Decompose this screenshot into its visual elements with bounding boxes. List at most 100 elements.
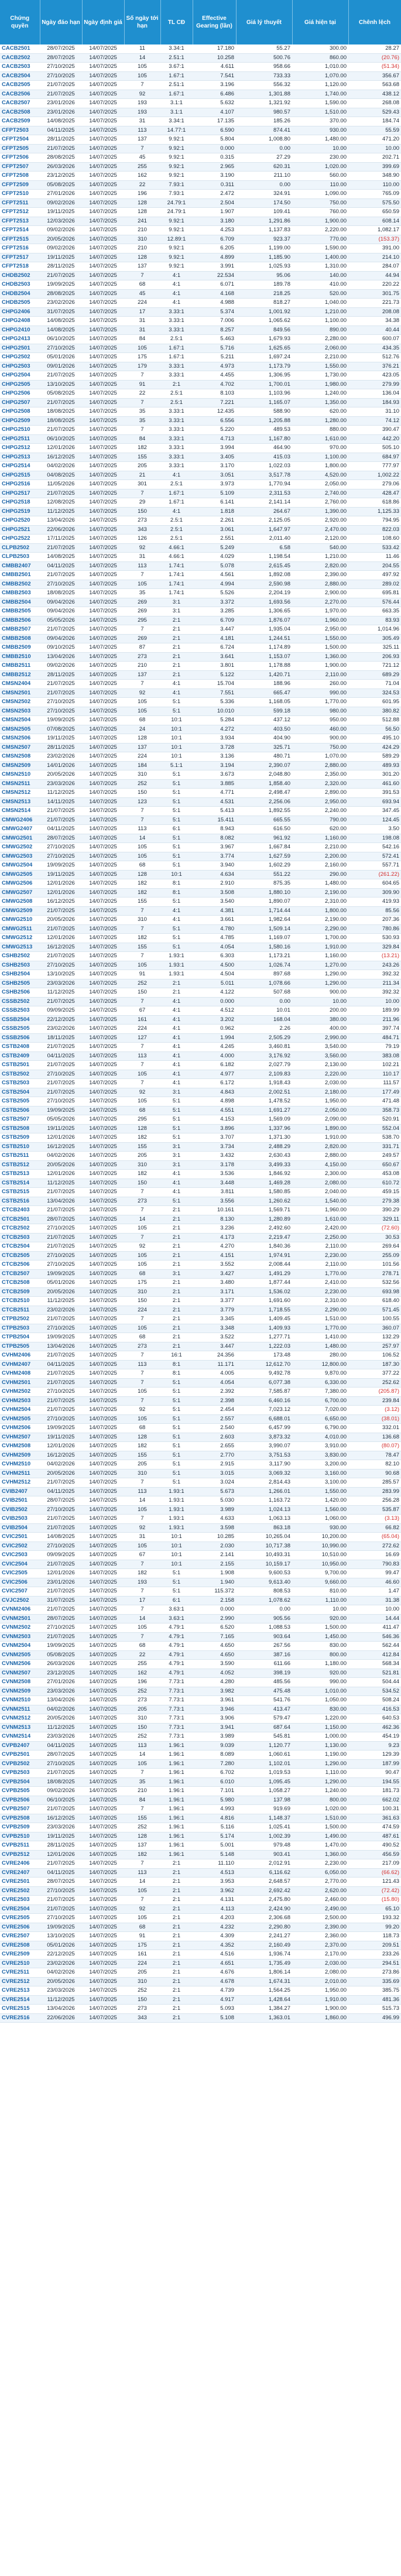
cell-col-days-to-maturity: 92 <box>124 543 160 553</box>
cell-col-warrant: CVHM2508 <box>0 1441 40 1451</box>
cell-col-current-price: 620.00 <box>292 824 348 834</box>
cell-col-theoretical-price: 10.01 <box>236 1006 292 1016</box>
cell-col-warrant: CSTB2409 <box>0 1051 40 1061</box>
cell-col-days-to-maturity: 155 <box>124 1814 160 1823</box>
cell-col-theoretical-price: 1,019.53 <box>236 1768 292 1778</box>
cell-col-effective-gearing: 8.257 <box>193 326 236 335</box>
table-row: CFPT2513 12/03/2026 14/07/2025 241 9.92:1 3.1… <box>0 217 401 226</box>
cell-col-current-price: 1,980.00 <box>292 380 348 389</box>
cell-col-conversion-ratio: 2:1 <box>160 1904 193 1914</box>
cell-col-conversion-ratio: 5:1 <box>160 933 193 943</box>
cell-col-difference: 268.08 <box>348 98 401 108</box>
cell-col-maturity-date: 28/11/2025 <box>40 135 82 145</box>
cell-col-conversion-ratio: 1.96:1 <box>160 1741 193 1751</box>
cell-col-maturity-date: 27/10/2025 <box>40 707 82 716</box>
cell-col-effective-gearing: 3.734 <box>193 1142 236 1152</box>
cell-col-days-to-maturity: 127 <box>124 1033 160 1043</box>
table-row: CHPG2505 13/10/2025 14/07/2025 91 2:1 4.702 1,… <box>0 380 401 389</box>
cell-col-warrant: CMSN2504 <box>0 715 40 725</box>
cell-col-effective-gearing: 4.713 <box>193 434 236 444</box>
cell-col-effective-gearing: 3.171 <box>193 1287 236 1297</box>
cell-col-maturity-date: 18/11/2025 <box>40 1033 82 1043</box>
table-row: CVNM2502 27/10/2025 14/07/2025 105 4.79:1 6.5… <box>0 1623 401 1633</box>
cell-col-theoretical-price: 1,569.71 <box>236 1205 292 1215</box>
cell-col-effective-gearing: 1.907 <box>193 207 236 217</box>
cell-col-difference: 31.38 <box>348 1596 401 1605</box>
cell-col-valuation-date: 14/07/2025 <box>82 1578 124 1587</box>
cell-col-warrant: CVIC2507 <box>0 1587 40 1597</box>
cell-col-difference: 442.20 <box>348 434 401 444</box>
cell-col-current-price: 200.00 <box>292 1006 348 1016</box>
cell-col-warrant: CVRE2514 <box>0 1995 40 2005</box>
cell-col-current-price: 930.00 <box>292 126 348 135</box>
cell-col-warrant: CMWG2503 <box>0 852 40 861</box>
cell-col-maturity-date: 21/07/2025 <box>40 1895 82 1905</box>
cell-col-conversion-ratio: 1.96:1 <box>160 1759 193 1769</box>
cell-col-conversion-ratio: 3.33:1 <box>160 416 193 426</box>
cell-col-conversion-ratio: 5:1 <box>160 1578 193 1587</box>
cell-col-conversion-ratio: 3.33:1 <box>160 371 193 381</box>
cell-col-days-to-maturity: 68 <box>124 715 160 725</box>
table-row: CHPG2511 06/10/2025 14/07/2025 84 3.33:1 4.71… <box>0 434 401 444</box>
cell-col-valuation-date: 14/07/2025 <box>82 1542 124 1551</box>
cell-col-effective-gearing: 5.116 <box>193 1823 236 1832</box>
cell-col-effective-gearing: 3.556 <box>193 1197 236 1206</box>
cell-col-maturity-date: 23/01/2026 <box>40 98 82 108</box>
cell-col-warrant: CSHB2502 <box>0 951 40 961</box>
cell-col-theoretical-price: 665.47 <box>236 688 292 698</box>
cell-col-effective-gearing: 5.122 <box>193 670 236 680</box>
table-row: CVRE2406 21/07/2025 14/07/2025 7 2:1 11.110 2,… <box>0 1859 401 1869</box>
cell-col-theoretical-price: 1,103.96 <box>236 389 292 399</box>
cell-col-theoretical-price: 1,691.60 <box>236 1296 292 1306</box>
cell-col-theoretical-price: 403.50 <box>236 725 292 734</box>
cell-col-days-to-maturity: 21 <box>124 471 160 480</box>
cell-col-theoretical-price: 1,876.07 <box>236 616 292 625</box>
cell-col-theoretical-price: 2,109.83 <box>236 1070 292 1079</box>
cell-col-warrant: CSTB2508 <box>0 1124 40 1133</box>
cell-col-theoretical-price: 1,078.66 <box>236 979 292 988</box>
cell-col-conversion-ratio: 2:1 <box>160 979 193 988</box>
cell-col-theoretical-price: 2,390.07 <box>236 761 292 770</box>
cell-col-effective-gearing: 11.110 <box>193 1859 236 1869</box>
cell-col-theoretical-price: 588.90 <box>236 407 292 417</box>
table-row: CHPG2517 21/07/2025 14/07/2025 7 1.67:1 5.109… <box>0 489 401 498</box>
cell-col-current-price: 2,270.00 <box>292 598 348 607</box>
cell-col-maturity-date: 09/09/2025 <box>40 1006 82 1016</box>
cell-col-current-price: 1,540.00 <box>292 1197 348 1206</box>
cell-col-theoretical-price: 903.64 <box>236 1632 292 1642</box>
cell-col-warrant: CVNM2406 <box>0 1605 40 1615</box>
cell-col-warrant: CACB2501 <box>0 44 40 54</box>
table-row: CSTB2505 27/10/2025 14/07/2025 105 5:1 4.898 1… <box>0 1097 401 1107</box>
cell-col-effective-gearing: 3.522 <box>193 1332 236 1342</box>
cell-col-days-to-maturity: 150 <box>124 1179 160 1188</box>
cell-col-effective-gearing: 4.702 <box>193 380 236 389</box>
cell-col-current-price: 2,880.00 <box>292 761 348 770</box>
cell-col-valuation-date: 14/07/2025 <box>82 1324 124 1333</box>
cell-col-valuation-date: 14/07/2025 <box>82 1796 124 1805</box>
cell-col-maturity-date: 21/07/2025 <box>40 371 82 381</box>
cell-col-maturity-date: 27/10/2025 <box>40 1070 82 1079</box>
cell-col-difference: 358.73 <box>348 1106 401 1115</box>
cell-col-effective-gearing: 22.534 <box>193 271 236 280</box>
cell-col-current-price: 2,190.00 <box>292 888 348 898</box>
cell-col-effective-gearing: 3.885 <box>193 779 236 789</box>
cell-col-warrant: CHPG2516 <box>0 479 40 489</box>
cell-col-valuation-date: 14/07/2025 <box>82 906 124 916</box>
cell-col-valuation-date: 14/07/2025 <box>82 180 124 190</box>
cell-col-conversion-ratio: 24.79:1 <box>160 198 193 208</box>
cell-col-conversion-ratio: 2.5:1 <box>160 334 193 344</box>
cell-col-conversion-ratio: 2:1 <box>160 1886 193 1896</box>
cell-col-theoretical-price: 2,008.44 <box>236 1260 292 1270</box>
cell-col-days-to-maturity: 310 <box>124 1469 160 1478</box>
cell-col-current-price: 1,400.00 <box>292 253 348 262</box>
cell-col-theoretical-price: 1,918.43 <box>236 1078 292 1088</box>
table-row: CFPT2512 19/11/2025 14/07/2025 128 24.79:1 1.… <box>0 207 401 217</box>
cell-col-maturity-date: 16/12/2025 <box>40 1142 82 1152</box>
cell-col-valuation-date: 14/07/2025 <box>82 516 124 526</box>
cell-col-effective-gearing: 4.272 <box>193 725 236 734</box>
cell-col-theoretical-price: 611.66 <box>236 1659 292 1669</box>
cell-col-current-price: 2,120.00 <box>292 534 348 544</box>
cell-col-conversion-ratio: 2.51:1 <box>160 53 193 63</box>
cell-col-maturity-date: 28/08/2025 <box>40 289 82 299</box>
cell-col-conversion-ratio: 1.96:1 <box>160 1841 193 1851</box>
